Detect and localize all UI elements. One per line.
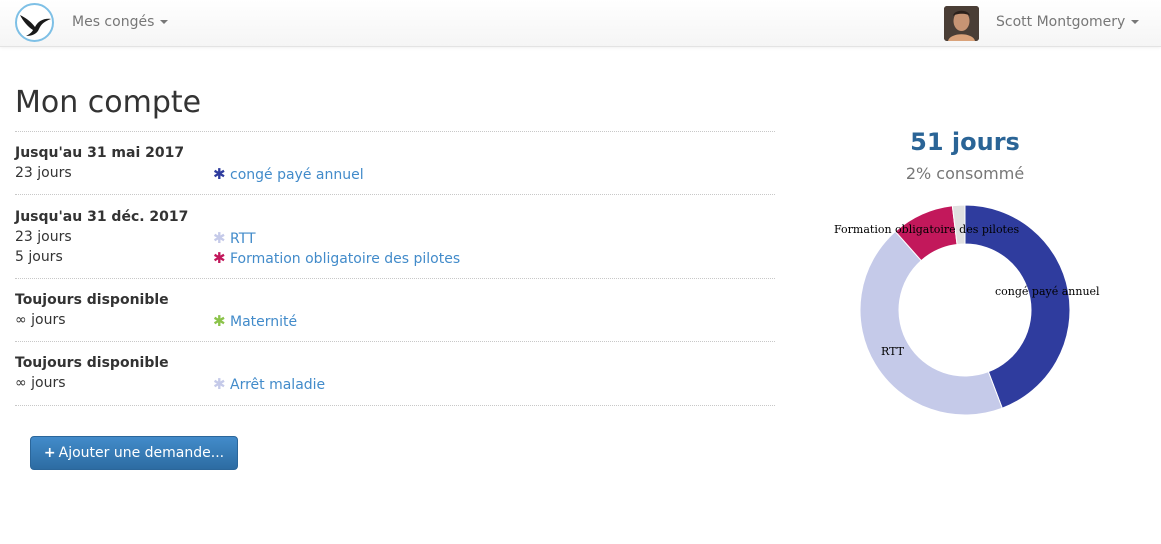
asterisk-icon: ✱ bbox=[213, 165, 226, 183]
my-leaves-menu-label: Mes congés bbox=[72, 14, 155, 30]
divider bbox=[15, 131, 775, 132]
caret-down-icon bbox=[1131, 20, 1140, 24]
my-leaves-menu[interactable]: Mes congés bbox=[72, 14, 169, 30]
validity-title: Jusqu'au 31 déc. 2017 bbox=[15, 209, 189, 225]
days-count: 23 jours bbox=[15, 229, 72, 245]
days-count: ∞ jours bbox=[15, 375, 66, 391]
leave-type-link[interactable]: ✱ RTT bbox=[213, 229, 256, 247]
leave-type-link[interactable]: ✱ congé payé annuel bbox=[213, 165, 364, 183]
divider bbox=[15, 278, 775, 279]
validity-title: Toujours disponible bbox=[15, 292, 169, 308]
user-name: Scott Montgomery bbox=[996, 14, 1126, 30]
leave-type-link[interactable]: ✱ Maternité bbox=[213, 312, 297, 330]
asterisk-icon: ✱ bbox=[213, 229, 226, 247]
plus-icon: + bbox=[43, 445, 56, 461]
days-count: 5 jours bbox=[15, 249, 63, 265]
days-count: ∞ jours bbox=[15, 312, 66, 328]
add-request-label: Ajouter une demande... bbox=[58, 445, 225, 461]
leave-donut-chart: congé payé annuel RTT Formation obligatoir… bbox=[834, 204, 1100, 416]
asterisk-icon: ✱ bbox=[213, 249, 226, 267]
validity-title: Jusqu'au 31 mai 2017 bbox=[15, 145, 185, 161]
divider bbox=[15, 405, 775, 406]
page-title: Mon compte bbox=[15, 85, 202, 120]
leave-type-label: congé payé annuel bbox=[230, 167, 364, 183]
swallow-logo-icon[interactable] bbox=[15, 3, 54, 42]
donut-slice-label: congé payé annuel bbox=[995, 285, 1100, 298]
leave-type-label: Maternité bbox=[230, 314, 298, 330]
avatar[interactable] bbox=[944, 6, 979, 41]
leave-type-link[interactable]: ✱ Formation obligatoire des pilotes bbox=[213, 249, 460, 267]
divider bbox=[15, 341, 775, 342]
leave-type-label: Formation obligatoire des pilotes bbox=[230, 251, 461, 267]
add-request-button[interactable]: + Ajouter une demande... bbox=[30, 436, 238, 470]
divider bbox=[15, 194, 775, 195]
top-navbar: Mes congés Scott Montgomery bbox=[0, 0, 1161, 47]
leave-type-label: Arrêt maladie bbox=[230, 377, 326, 393]
leave-type-link[interactable]: ✱ Arrêt maladie bbox=[213, 375, 325, 393]
leave-type-label: RTT bbox=[230, 231, 256, 247]
days-count: 23 jours bbox=[15, 165, 72, 181]
donut-slice-label: RTT bbox=[881, 345, 905, 358]
asterisk-icon: ✱ bbox=[213, 375, 226, 393]
asterisk-icon: ✱ bbox=[213, 312, 226, 330]
user-menu[interactable]: Scott Montgomery bbox=[996, 14, 1140, 30]
donut-slice bbox=[859, 230, 1003, 416]
donut-slice-label: Formation obligatoire des pilotes bbox=[834, 223, 1019, 236]
consumed-percent: 2% consommé bbox=[905, 164, 1025, 183]
total-days: 51 jours bbox=[910, 128, 1020, 156]
validity-title: Toujours disponible bbox=[15, 355, 169, 371]
caret-down-icon bbox=[160, 20, 169, 24]
